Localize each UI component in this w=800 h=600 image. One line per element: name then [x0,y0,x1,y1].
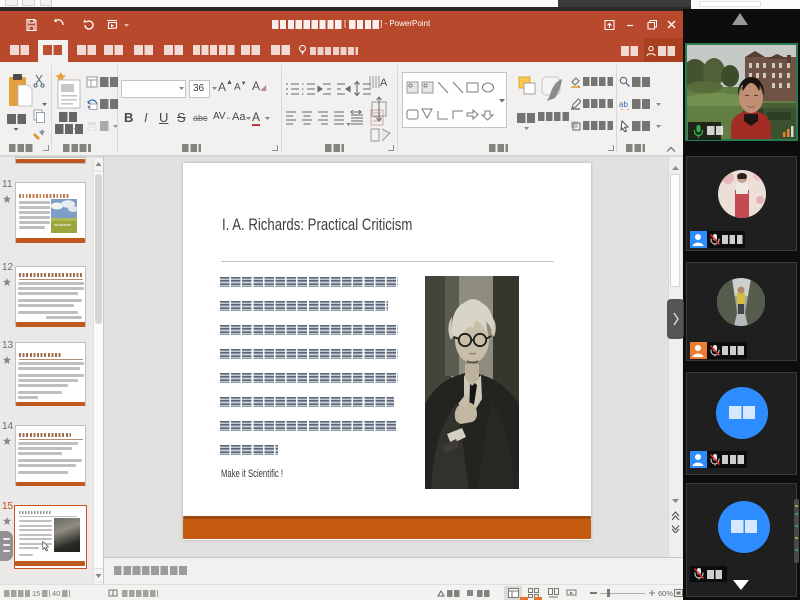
svg-text:A: A [380,77,388,89]
svg-text:sunflower: sunflower [54,222,72,227]
svg-text:ab: ab [619,100,628,109]
